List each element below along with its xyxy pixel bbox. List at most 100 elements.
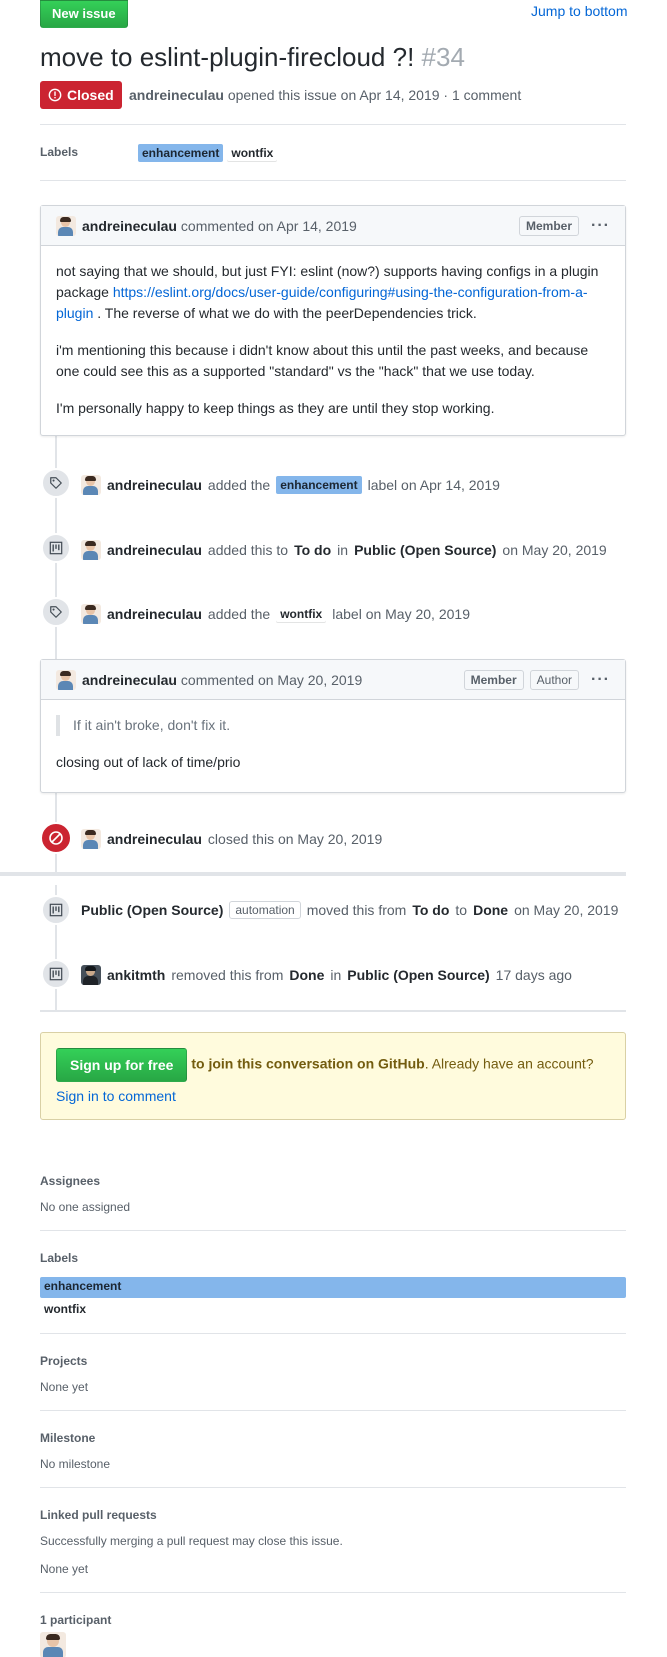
more-options-icon[interactable]: ··· [591, 671, 610, 689]
signup-prompt: Sign up for free to join this conversati… [40, 1032, 626, 1120]
status-badge: Closed [40, 81, 122, 109]
linked-prs-heading[interactable]: Linked pull requests [40, 1508, 157, 1522]
issue-opened-text: opened this issue on Apr 14, 2019 · 1 co… [227, 87, 522, 103]
linked-prs-value: None yet [40, 1562, 89, 1576]
timeline-event: andreineculau added the enhancement labe… [81, 475, 500, 495]
avatar[interactable] [56, 669, 76, 690]
avatar[interactable] [81, 829, 101, 849]
comment-paragraph: i'm mentioning this because i didn't kno… [56, 342, 589, 379]
jump-to-bottom-link[interactable]: Jump to bottom [531, 3, 628, 19]
tag-icon [41, 468, 71, 498]
event-text: in [330, 967, 342, 983]
closed-icon [40, 822, 72, 854]
event-actor[interactable]: Public (Open Source) [81, 902, 223, 918]
milestone-value: No milestone [40, 1457, 111, 1471]
comment-paragraph: not saying that we should, but just FYI:… [56, 261, 610, 324]
comment-timestamp[interactable]: commented on Apr 14, 2019 [181, 218, 357, 234]
label-wontfix[interactable]: wontfix [276, 605, 327, 623]
issue-closed-icon [48, 88, 62, 102]
comment: andreineculau commented on May 20, 2019 … [40, 659, 626, 793]
project-link[interactable]: Public (Open Source) [354, 542, 496, 558]
event-date[interactable]: on May 20, 2019 [514, 902, 618, 918]
avatar[interactable] [81, 965, 101, 985]
event-text: in [337, 542, 349, 558]
timeline-event: Public (Open Source) automation moved th… [81, 901, 618, 919]
issue-number: #34 [421, 42, 465, 72]
sidebar-label-enhancement[interactable]: enhancement [40, 1277, 626, 1298]
divider [40, 1230, 626, 1231]
project-icon [41, 959, 71, 989]
issue-author-link[interactable]: andreineculau [129, 87, 224, 103]
linked-prs-note: Successfully merging a pull request may … [40, 1534, 343, 1548]
signup-button[interactable]: Sign up for free [56, 1048, 188, 1082]
label-wontfix[interactable]: wontfix [227, 144, 278, 162]
event-text: closed this on May 20, 2019 [207, 831, 383, 847]
project-link[interactable]: Public (Open Source) [347, 967, 489, 983]
divider [40, 124, 626, 125]
timeline-event: ankitmth removed this from Done in Publi… [81, 965, 572, 985]
comment-author[interactable]: andreineculau [82, 218, 177, 234]
divider [40, 180, 626, 181]
avatar[interactable] [81, 540, 101, 560]
signup-text: to join this conversation on GitHub [191, 1055, 425, 1072]
event-text: added the [207, 606, 271, 622]
more-options-icon[interactable]: ··· [591, 217, 610, 235]
signin-link[interactable]: Sign in to comment [56, 1088, 176, 1104]
divider [40, 1592, 626, 1593]
participants-heading: 1 participant [40, 1613, 112, 1627]
comment-paragraph: I'm personally happy to keep things as t… [56, 400, 495, 416]
event-actor[interactable]: andreineculau [107, 606, 202, 622]
event-text: added the [207, 477, 271, 493]
event-actor[interactable]: andreineculau [107, 542, 202, 558]
tag-icon [41, 597, 71, 627]
project-column: To do [294, 542, 332, 558]
labels-list: enhancement wontfix [138, 144, 278, 162]
new-issue-button[interactable]: New issue [40, 0, 128, 28]
milestone-heading[interactable]: Milestone [40, 1431, 95, 1445]
event-date[interactable]: on May 20, 2019 [502, 542, 606, 558]
timeline-event: andreineculau added the wontfix label on… [81, 604, 470, 624]
avatar[interactable] [81, 604, 101, 624]
issue-title: move to eslint-plugin-firecloud ?! [40, 42, 415, 72]
projects-heading[interactable]: Projects [40, 1354, 87, 1368]
event-actor[interactable]: ankitmth [107, 967, 165, 983]
author-badge: Author [529, 669, 580, 690]
event-text: label on Apr 14, 2019 [367, 477, 500, 493]
comment-text: . The reverse of what we do with the pee… [93, 305, 477, 321]
assignees-heading[interactable]: Assignees [40, 1174, 100, 1188]
projects-value: None yet [40, 1380, 89, 1394]
labels-heading: Labels [40, 145, 79, 159]
comment-timestamp[interactable]: commented on May 20, 2019 [181, 672, 362, 688]
event-date[interactable]: 17 days ago [496, 967, 572, 983]
event-text: removed this from [171, 967, 284, 983]
issue-meta: andreineculau opened this issue on Apr 1… [129, 87, 521, 103]
project-column: Done [289, 967, 325, 983]
comment-header: andreineculau commented on Apr 14, 2019 … [41, 206, 625, 246]
timeline-event: andreineculau added this to To do in Pub… [81, 540, 607, 560]
comment-author[interactable]: andreineculau [82, 672, 177, 688]
blockquote: If it ain't broke, don't fix it. [56, 715, 610, 736]
signup-text: . Already have an account? [424, 1055, 594, 1072]
comment: andreineculau commented on Apr 14, 2019 … [40, 205, 626, 436]
role-badge: Member [519, 215, 580, 236]
participant-avatar[interactable] [40, 1632, 66, 1657]
avatar[interactable] [56, 215, 76, 236]
project-icon [41, 895, 71, 925]
event-actor[interactable]: andreineculau [107, 477, 202, 493]
comment-paragraph: closing out of lack of time/prio [56, 754, 241, 770]
avatar[interactable] [81, 475, 101, 495]
timeline-divider [0, 872, 626, 876]
project-icon [41, 533, 71, 563]
sidebar-label-wontfix[interactable]: wontfix [40, 1300, 626, 1321]
label-enhancement[interactable]: enhancement [138, 144, 224, 162]
event-actor[interactable]: andreineculau [107, 831, 202, 847]
event-text: moved this from [306, 902, 407, 918]
label-enhancement[interactable]: enhancement [276, 476, 362, 494]
timeline-event: andreineculau closed this on May 20, 201… [81, 829, 382, 849]
divider [40, 1010, 626, 1012]
comment-body: If it ain't broke, don't fix it. closing… [41, 700, 625, 788]
project-column: To do [412, 902, 450, 918]
labels-sidebar-heading[interactable]: Labels [40, 1251, 78, 1265]
role-badge: Member [463, 669, 524, 690]
assignees-value: No one assigned [40, 1200, 131, 1214]
